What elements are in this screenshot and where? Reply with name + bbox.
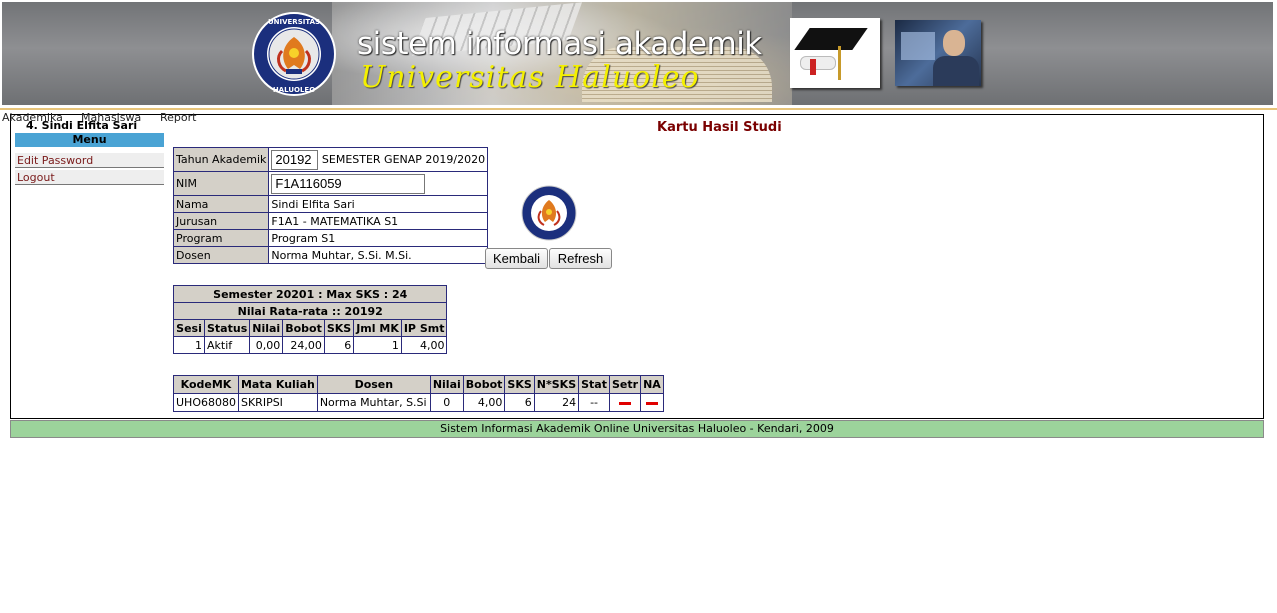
col-na: NA <box>640 375 664 394</box>
sidebar-menu-title: Menu <box>15 133 164 147</box>
banner-subtitle: Universitas Haluoleo <box>360 60 700 95</box>
cell-nilai: 0 <box>429 393 464 412</box>
nav-report[interactable]: Report <box>160 111 196 124</box>
col-dosen: Dosen <box>316 375 431 394</box>
label-nim: NIM <box>172 171 270 196</box>
course-table: KodeMK Mata Kuliah Dosen Nilai Bobot SKS… <box>173 375 664 412</box>
na-action-icon[interactable] <box>645 401 658 405</box>
table-row: UHO68080 SKRIPSI Norma Muhtar, S.Si 0 4,… <box>173 393 664 412</box>
university-logo: UNIVERSITAS HALUOLEO <box>252 12 336 96</box>
col-kodemk: KodeMK <box>173 375 239 394</box>
cell-nilai: 0,00 <box>249 336 284 354</box>
student-info-table: Tahun Akademik 20192 SEMESTER GENAP 2019… <box>172 147 489 264</box>
nim-input[interactable]: F1A116059 <box>271 173 426 194</box>
cell-n-sks: 24 <box>533 393 580 412</box>
nav-akademika[interactable]: Akademika <box>2 111 63 124</box>
refresh-button[interactable]: Refresh <box>549 248 612 269</box>
tassel <box>838 46 841 80</box>
setr-action-icon[interactable] <box>619 401 632 405</box>
label-program: Program <box>172 229 270 247</box>
col-nilai: Nilai <box>429 375 464 394</box>
label-dosen: Dosen <box>172 246 270 264</box>
header-banner: UNIVERSITAS HALUOLEO sistem informasi ak… <box>2 2 1273 105</box>
person-body <box>933 56 979 86</box>
student-computer-image <box>895 20 981 86</box>
summary-header-row: Sesi Status Nilai Bobot SKS Jml MK IP Sm… <box>173 319 448 337</box>
nav-mahasiswa[interactable]: Mahasiswa <box>81 111 141 124</box>
cell-kodemk: UHO68080 <box>173 393 239 412</box>
monitor-glow <box>901 32 935 60</box>
col-sks: SKS <box>323 319 355 337</box>
semester-text: SEMESTER GENAP 2019/2020 <box>321 152 486 166</box>
graduation-cap-image <box>790 18 880 88</box>
footer: Sistem Informasi Akademik Online Univers… <box>10 420 1264 438</box>
cell-jml-mk: 1 <box>353 336 402 354</box>
col-jml-mk: Jml MK <box>353 319 402 337</box>
col-setr: Setr <box>608 375 642 394</box>
cell-sks: 6 <box>504 393 535 412</box>
nim-cell: F1A116059 <box>268 171 489 196</box>
cell-na <box>640 393 664 412</box>
cell-status: Aktif <box>203 336 251 354</box>
person-head <box>943 30 965 56</box>
cell-stat: -- <box>578 393 610 412</box>
cell-bobot: 24,00 <box>282 336 325 354</box>
col-sks: SKS <box>504 375 535 394</box>
sidebar-item-logout[interactable]: Logout <box>15 170 164 185</box>
col-ip-smt: IP Smt <box>400 319 448 337</box>
cell-ip-smt: 4,00 <box>400 336 448 354</box>
tahun-akademik-cell: 20192 SEMESTER GENAP 2019/2020 <box>268 147 489 172</box>
banner-title: sistem informasi akademik <box>357 26 762 62</box>
header-divider <box>0 108 1277 110</box>
cell-mata-kuliah: SKRIPSI <box>237 393 318 412</box>
tahun-akademik-input[interactable]: 20192 <box>271 149 319 170</box>
ribbon <box>810 59 816 75</box>
semester-max-sks: Semester 20201 : Max SKS : 24 <box>172 285 448 303</box>
col-nilai: Nilai <box>249 319 284 337</box>
jurusan-value: F1A1 - MATEMATIKA S1 <box>268 212 489 230</box>
course-header-row: KodeMK Mata Kuliah Dosen Nilai Bobot SKS… <box>173 375 664 394</box>
cell-sks: 6 <box>323 336 355 354</box>
label-jurusan: Jurusan <box>172 212 270 230</box>
label-nama: Nama <box>172 195 270 213</box>
col-n-sks: N*SKS <box>533 375 580 394</box>
logo-text-bottom: HALUOLEO <box>273 86 315 94</box>
label-tahun-akademik: Tahun Akademik <box>172 147 270 172</box>
col-mata-kuliah: Mata Kuliah <box>237 375 318 394</box>
col-bobot: Bobot <box>462 375 506 394</box>
page-title: Kartu Hasil Studi <box>657 120 782 135</box>
summary-row: 1 Aktif 0,00 24,00 6 1 4,00 <box>173 336 448 354</box>
kembali-button[interactable]: Kembali <box>485 248 548 269</box>
col-bobot: Bobot <box>282 319 325 337</box>
graduation-cap-icon <box>794 28 868 50</box>
cell-setr <box>608 393 642 412</box>
cell-sesi: 1 <box>173 336 205 354</box>
sidebar-item-edit-password[interactable]: Edit Password <box>15 153 164 168</box>
cell-dosen: Norma Muhtar, S.Si <box>316 393 431 412</box>
logo-text-top: UNIVERSITAS <box>268 18 320 26</box>
dosen-value: Norma Muhtar, S.Si. M.Si. <box>268 246 489 264</box>
semester-summary-table: Semester 20201 : Max SKS : 24 Nilai Rata… <box>172 285 448 354</box>
col-sesi: Sesi <box>173 319 205 337</box>
col-status: Status <box>203 319 251 337</box>
program-value: Program S1 <box>268 229 489 247</box>
nilai-rata-rata: Nilai Rata-rata :: 20192 <box>172 302 448 320</box>
diploma-scroll-icon <box>800 56 836 70</box>
student-photo-logo <box>521 185 577 241</box>
col-stat: Stat <box>578 375 610 394</box>
nama-value: Sindi Elfita Sari <box>268 195 489 213</box>
cell-bobot: 4,00 <box>462 393 506 412</box>
